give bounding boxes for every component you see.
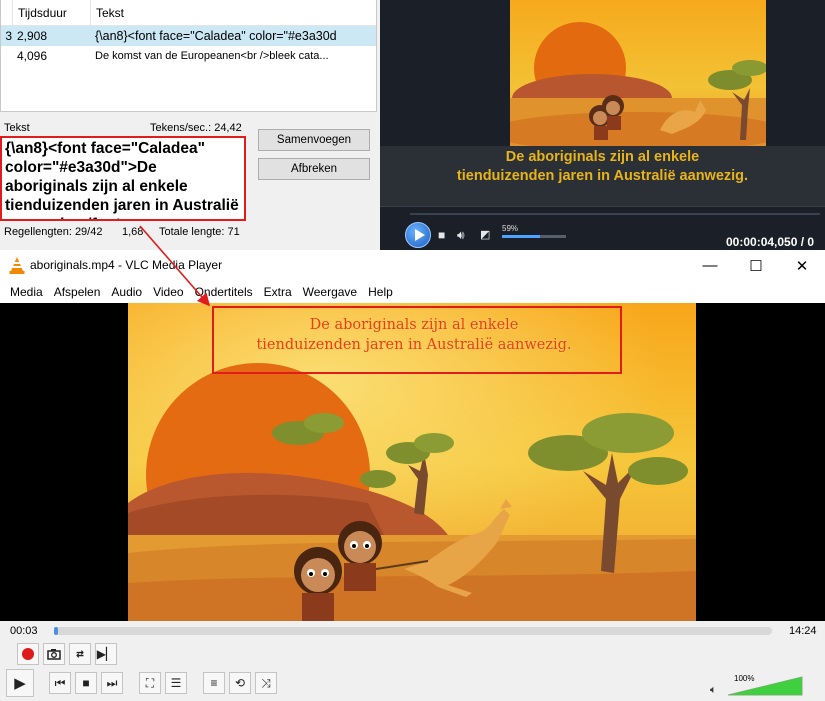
subtitle-editor-panel: Tijdsduur Tekst 3 2,908 {\an8}<font face… xyxy=(0,0,380,250)
preview-subtitle-line: tienduizenden jaren in Australië aanwezi… xyxy=(456,168,749,184)
ab-loop-icon: ⇄ xyxy=(76,648,84,659)
menu-help[interactable]: Help xyxy=(368,281,393,303)
seek-row: 00:03 14:24 xyxy=(0,621,825,641)
menu-weergave[interactable]: Weergave xyxy=(303,281,357,303)
frame-step-button[interactable]: ▶▏ xyxy=(95,643,117,665)
play-icon: ▶ xyxy=(14,675,26,692)
subtitle-row[interactable]: 4,096 De komst van de Europeanen<br />bl… xyxy=(1,46,376,66)
volume-wedge xyxy=(727,676,803,696)
loop-icon: ⟲ xyxy=(234,676,246,690)
column-header-duration[interactable]: Tijdsduur xyxy=(12,0,90,25)
next-button[interactable]: ⏭ xyxy=(101,672,123,694)
play-icon[interactable] xyxy=(405,222,431,248)
stop-icon[interactable]: ■ xyxy=(438,229,445,241)
row-text: {\an8}<font face="Caladea" color="#e3a30… xyxy=(95,29,337,43)
text-label: Tekst xyxy=(4,122,30,134)
menu-media[interactable]: Media xyxy=(10,281,43,303)
subtitle-callout-box xyxy=(212,306,622,374)
record-button[interactable] xyxy=(17,643,39,665)
preview-volume-fill xyxy=(502,235,540,238)
menu-extra[interactable]: Extra xyxy=(264,281,292,303)
record-icon xyxy=(22,648,34,660)
subtitle-text-field[interactable]: {\an8}<font face="Caladea" color="#e3a30… xyxy=(0,136,246,221)
close-button[interactable]: ✕ xyxy=(779,250,825,281)
elapsed-time: 00:03 xyxy=(10,625,38,637)
preview-volume-slider[interactable] xyxy=(502,235,566,238)
shuffle-icon: ⤨ xyxy=(261,675,271,690)
stop-icon: ■ xyxy=(82,676,90,690)
menu-video[interactable]: Video xyxy=(153,281,183,303)
camera-icon xyxy=(47,649,61,660)
column-header-text[interactable]: Tekst xyxy=(90,0,376,25)
total-length: Totale lengte: 71 xyxy=(159,226,240,238)
maximize-button[interactable]: ☐ xyxy=(733,250,779,281)
duration-ratio: 1,68 xyxy=(122,226,144,238)
subtitle-grid[interactable]: Tijdsduur Tekst 3 2,908 {\an8}<font face… xyxy=(0,0,377,112)
preview-timecode: 00:00:04,050 / 0 xyxy=(726,235,815,249)
split-button[interactable]: Afbreken xyxy=(258,158,370,180)
play-button[interactable]: ▶ xyxy=(6,669,34,697)
merge-button[interactable]: Samenvoegen xyxy=(258,129,370,151)
volume-slider[interactable] xyxy=(708,675,804,697)
menu-bar: Media Afspelen Audio Video Ondertitels E… xyxy=(0,281,825,303)
playlist-icon: ≡ xyxy=(210,676,218,690)
seek-fill xyxy=(54,627,58,635)
window-title: aboriginals.mp4 - VLC Media Player xyxy=(30,258,223,272)
grid-header: Tijdsduur Tekst xyxy=(1,0,376,26)
extended-settings-button[interactable]: ☰ xyxy=(165,672,187,694)
row-number: 3 xyxy=(5,29,12,43)
fullscreen-icon: ⛶ xyxy=(145,675,155,690)
row-duration: 4,096 xyxy=(17,49,48,63)
previous-button[interactable]: ⏮ xyxy=(49,672,71,694)
row-text: De komst van de Europeanen<br />bleek ca… xyxy=(95,50,329,62)
vlc-cone-icon xyxy=(9,257,25,274)
seek-slider[interactable] xyxy=(54,627,772,635)
title-bar[interactable]: aboriginals.mp4 - VLC Media Player — ☐ ✕ xyxy=(0,250,825,281)
fullscreen-button[interactable]: ⛶ xyxy=(139,672,161,694)
preview-video-frame xyxy=(510,0,766,146)
menu-ondertitels[interactable]: Ondertitels xyxy=(195,281,253,303)
preview-controls: ■ 🔊︎ ◩ 59% 00:00:04,050 / 0 xyxy=(380,206,825,250)
snapshot-button[interactable] xyxy=(43,643,65,665)
preview-subtitle-line: De aboriginals zijn al enkele xyxy=(505,149,700,165)
playlist-button[interactable]: ≡ xyxy=(203,672,225,694)
equalizer-icon: ☰ xyxy=(170,676,182,690)
minimize-button[interactable]: — xyxy=(687,250,733,281)
menu-afspelen[interactable]: Afspelen xyxy=(54,281,101,303)
frame-step-icon: ▶▏ xyxy=(96,647,116,661)
total-time: 14:24 xyxy=(789,625,817,637)
preview-video-image xyxy=(510,0,766,146)
row-duration: 2,908 xyxy=(17,29,48,43)
speaker-icon[interactable]: 🔊︎ xyxy=(457,229,465,241)
previous-icon: ⏮ xyxy=(54,675,66,690)
chars-per-second: Tekens/sec.: 24,42 xyxy=(150,122,242,134)
ab-loop-button[interactable]: ⇄ xyxy=(69,643,91,665)
shuffle-button[interactable]: ⤨ xyxy=(255,672,277,694)
preview-volume-percent: 59% xyxy=(502,224,519,233)
preview-subtitle: De aboriginals zijn al enkele tienduizen… xyxy=(380,146,825,206)
line-lengths: Regellengten: 29/42 xyxy=(4,226,103,238)
subtitle-row-selected[interactable]: 3 2,908 {\an8}<font face="Caladea" color… xyxy=(1,26,376,46)
menu-audio[interactable]: Audio xyxy=(111,281,142,303)
fullscreen-icon[interactable]: ◩ xyxy=(480,229,490,241)
next-icon: ⏭ xyxy=(106,675,118,690)
stop-button[interactable]: ■ xyxy=(75,672,97,694)
loop-button[interactable]: ⟲ xyxy=(229,672,251,694)
preview-seekbar[interactable] xyxy=(410,213,820,215)
preview-player: De aboriginals zijn al enkele tienduizen… xyxy=(380,0,825,250)
